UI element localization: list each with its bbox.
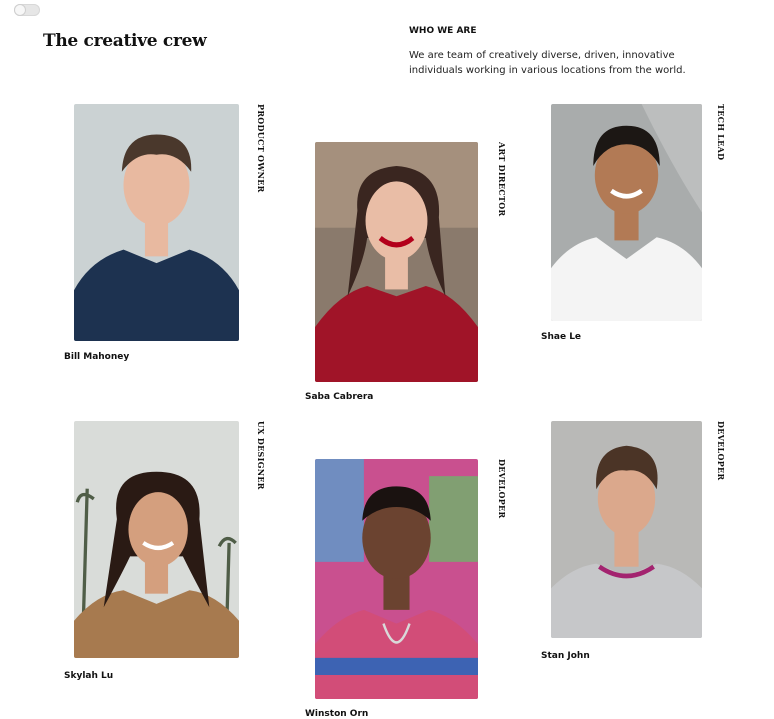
toggle-knob — [15, 5, 25, 15]
member-photo — [74, 104, 239, 341]
member-name: Stan John — [541, 651, 590, 661]
member-role: DEVELOPER — [716, 421, 726, 481]
page-title: The creative crew — [43, 31, 207, 51]
about-heading: WHO WE ARE — [409, 26, 477, 36]
member-photo — [315, 142, 478, 382]
team-card[interactable]: TECH LEAD Shae Le — [541, 104, 751, 364]
member-name: Shae Le — [541, 332, 582, 342]
member-name: Winston Orn — [305, 709, 369, 719]
theme-toggle[interactable] — [14, 4, 40, 16]
member-role: ART DIRECTOR — [497, 142, 507, 217]
member-photo — [315, 459, 478, 699]
member-role: TECH LEAD — [716, 104, 726, 161]
team-card[interactable]: DEVELOPER Winston Orn — [305, 459, 515, 719]
about-text: We are team of creatively diverse, drive… — [409, 50, 686, 76]
member-photo — [551, 104, 702, 321]
team-card[interactable]: ART DIRECTOR Saba Cabrera — [305, 142, 515, 412]
member-name: Skylah Lu — [64, 671, 114, 681]
team-card[interactable]: UX DESIGNER Skylah Lu — [64, 421, 274, 691]
member-photo — [74, 421, 239, 658]
team-card[interactable]: PRODUCT OWNER Bill Mahoney — [64, 104, 274, 374]
member-role: PRODUCT OWNER — [256, 104, 266, 193]
member-role: UX DESIGNER — [256, 421, 266, 490]
member-photo — [551, 421, 702, 638]
member-name: Saba Cabrera — [305, 392, 374, 402]
member-name: Bill Mahoney — [64, 352, 130, 362]
member-role: DEVELOPER — [497, 459, 507, 519]
team-card[interactable]: DEVELOPER Stan John — [541, 421, 751, 681]
